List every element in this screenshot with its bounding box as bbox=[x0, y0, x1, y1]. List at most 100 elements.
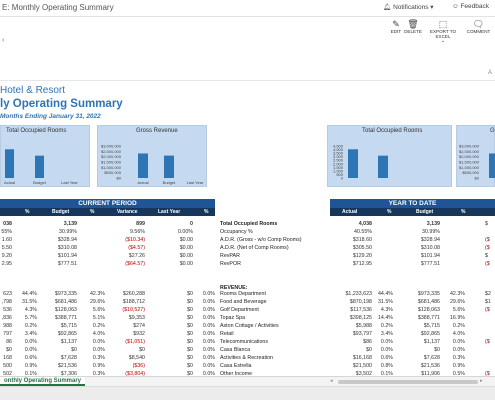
horizontal-scrollbar[interactable] bbox=[338, 380, 478, 384]
current-cell: 31.5% bbox=[21, 299, 37, 305]
chart-svg: $3,000,000$2,500,000$2,000,000$1,500,000… bbox=[101, 144, 204, 186]
current-cell: 988 bbox=[3, 323, 12, 329]
row-label: Activities & Recreation bbox=[220, 355, 273, 361]
delete-button[interactable]: 🗑︎ DELETE bbox=[404, 19, 422, 34]
current-cell: $274 bbox=[133, 323, 145, 329]
ytd-cell: $870,198 bbox=[349, 299, 372, 305]
current-cell: 0.0% bbox=[202, 299, 215, 305]
bar bbox=[348, 149, 358, 178]
current-cell: $260,288 bbox=[122, 291, 145, 297]
col-header: % bbox=[387, 209, 392, 215]
current-cell: $681,486 bbox=[54, 299, 77, 305]
ytd-cell: 0.3% bbox=[452, 355, 465, 361]
chart-occupied-rooms-ytd: Total Occupied Rooms 4,500 4,000 3,500 3,00… bbox=[327, 125, 452, 187]
current-cell: $0 bbox=[187, 315, 193, 321]
row-label: A.D.R. (Net of Comp Rooms) bbox=[220, 245, 289, 251]
ytd-cell: 0.2% bbox=[380, 323, 393, 329]
bar bbox=[378, 155, 388, 178]
current-cell: $0 bbox=[187, 307, 193, 313]
ytd-cell: 31.5% bbox=[377, 299, 393, 305]
scroll-right-icon[interactable]: ▸ bbox=[480, 378, 483, 384]
col-header: Actual bbox=[342, 209, 358, 215]
ytd-cell: $388,771 bbox=[417, 315, 440, 321]
current-cell: 0.0% bbox=[202, 307, 215, 313]
ytd-cell: $16,168 bbox=[352, 355, 372, 361]
current-cell: 0.0% bbox=[202, 331, 215, 337]
current-cell: $101.94 bbox=[57, 253, 77, 259]
current-cell: 30.99% bbox=[59, 229, 77, 235]
chart-svg: Actual Budget Last Year bbox=[4, 149, 79, 185]
ytd-cell: 14.4% bbox=[377, 315, 393, 321]
ytd-cell: 29.6% bbox=[449, 299, 465, 305]
row-label: Food and Beverage bbox=[220, 299, 267, 305]
current-cell: $0 bbox=[187, 299, 193, 305]
ytd-cell: 4.3% bbox=[380, 307, 393, 313]
current-cell: 0.6% bbox=[24, 355, 37, 361]
y-tick-label: $1,000,000 bbox=[459, 165, 480, 170]
ytd-cell: $21,536 bbox=[420, 363, 440, 369]
sheet-tab[interactable]: onthly Operating Summary bbox=[0, 377, 86, 386]
y-tick-label: $1,500,000 bbox=[459, 160, 480, 165]
chart-occupied-rooms-current: Total Occupied Rooms Actual Budget Last Ye… bbox=[0, 125, 90, 187]
window-title: E: Monthly Operating Summary bbox=[2, 3, 114, 12]
current-cell: 5.7% bbox=[24, 315, 37, 321]
y-tick-label: $0 bbox=[117, 176, 122, 181]
current-cell: 0.0% bbox=[92, 347, 105, 353]
current-cell: 0.9% bbox=[24, 363, 37, 369]
row-label: A.D.R. (Gross - w/o Comp Rooms) bbox=[220, 237, 302, 243]
collapse-chevron-icon[interactable]: ‹ bbox=[2, 37, 4, 44]
current-cell: ($10,527) bbox=[122, 307, 145, 313]
current-cell: $973,335 bbox=[54, 291, 77, 297]
scroll-left-icon[interactable]: ◂ bbox=[330, 378, 333, 384]
row-label: Aston Cottage / Activities bbox=[220, 323, 279, 329]
feedback-button[interactable]: ☺ Feedback bbox=[452, 3, 489, 10]
bar bbox=[138, 153, 148, 178]
chart-gross-revenue-ytd: G $3,000,000 $2,500,000 $2,000,000 $1,500,0… bbox=[456, 125, 495, 187]
row-label: Telecommunications bbox=[220, 339, 268, 345]
current-cell: $0.00 bbox=[179, 261, 193, 267]
ytd-cell: 3,139 bbox=[426, 221, 440, 227]
comment-icon: 🗨︎ bbox=[472, 19, 485, 29]
current-cell: 0.0% bbox=[24, 347, 37, 353]
ytd-cell: 0.9% bbox=[452, 363, 465, 369]
comment-button[interactable]: 🗨︎ COMMENT bbox=[465, 19, 492, 34]
current-cell: $92,865 bbox=[57, 331, 77, 337]
y-tick-label: $2,500,000 bbox=[101, 149, 122, 154]
current-cell: 4.0% bbox=[92, 331, 105, 337]
current-cell: 0.2% bbox=[24, 323, 37, 329]
current-cell: $0 bbox=[187, 355, 193, 361]
current-cell: 623 bbox=[3, 291, 12, 297]
current-cell: ($4.57) bbox=[128, 245, 145, 251]
current-cell: 0.0% bbox=[202, 363, 215, 369]
top-bar: E: Monthly Operating Summary 🔔︎ Notifica… bbox=[0, 0, 495, 17]
col-header: Last Year bbox=[158, 209, 181, 215]
feedback-label: Feedback bbox=[460, 3, 489, 10]
col-header: Budget bbox=[52, 209, 70, 215]
ytd-cell-clipped: ($ bbox=[485, 307, 490, 313]
y-tick-label: $2,000,000 bbox=[101, 154, 122, 159]
x-tick-label: Actual bbox=[137, 180, 148, 185]
edit-button[interactable]: ✎ EDIT bbox=[389, 19, 403, 34]
current-cell: $0 bbox=[187, 323, 193, 329]
current-cell: $8,540 bbox=[128, 355, 145, 361]
current-cell: $27.26 bbox=[128, 253, 145, 259]
current-cell: 42.3% bbox=[89, 291, 105, 297]
column-letter: A bbox=[488, 70, 493, 76]
ytd-cell-clipped: $2 bbox=[485, 291, 491, 297]
ytd-cell-clipped: ($ bbox=[485, 261, 490, 267]
row-label: Occupancy % bbox=[220, 229, 253, 235]
current-cell: ($10.34) bbox=[125, 237, 145, 243]
ytd-cell: $973,335 bbox=[417, 291, 440, 297]
ytd-cell: $5,715 bbox=[423, 323, 440, 329]
notifications-button[interactable]: 🔔︎ Notifications ▾ bbox=[383, 3, 434, 11]
current-cell: 1.60 bbox=[1, 237, 12, 243]
chart-svg: 4,5004,0003,5003,0002,5002,0001,5001,000… bbox=[333, 144, 388, 181]
row-label: Total Occupied Rooms bbox=[220, 221, 278, 227]
export-to-excel-button[interactable]: ⬚ EXPORT TO EXCEL ⌄ bbox=[423, 19, 463, 44]
ytd-cell: $1,233,623 bbox=[345, 291, 372, 297]
current-cell: 168 bbox=[3, 355, 12, 361]
y-tick-label: $2,000,000 bbox=[459, 154, 480, 159]
current-cell: 0.0% bbox=[202, 347, 215, 353]
chart-svg: $3,000,000$2,500,000$2,000,000$1,500,000… bbox=[459, 144, 495, 181]
ytd-cell-clipped: $ bbox=[485, 253, 488, 259]
